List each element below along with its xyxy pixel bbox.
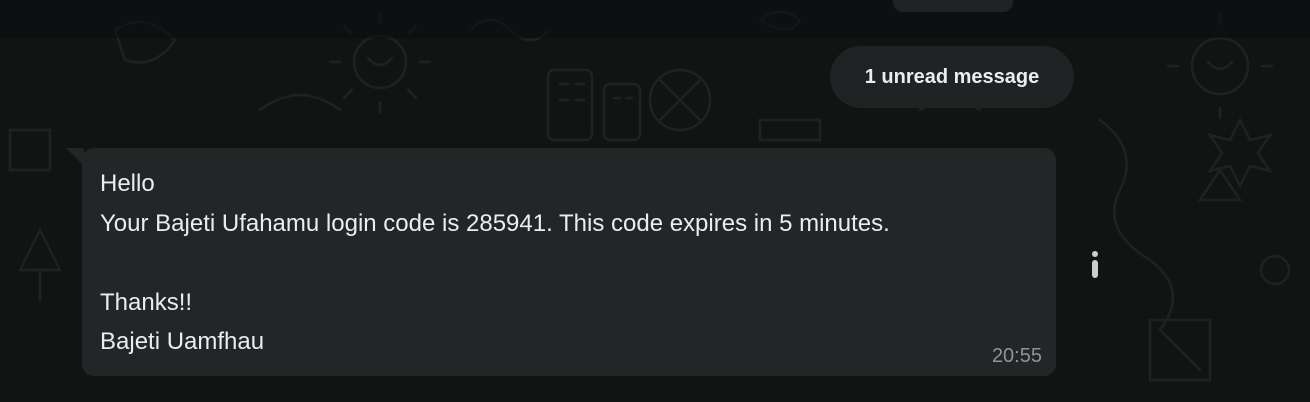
top-date-strip xyxy=(0,0,1310,38)
previous-system-chip xyxy=(893,0,1013,12)
vertical-ellipsis-icon[interactable] xyxy=(1084,244,1106,284)
message-line-thanks: Thanks!! xyxy=(100,288,193,316)
message-line-code: Your Bajeti Ufahamu login code is 285941… xyxy=(100,209,890,237)
unread-messages-indicator: 1 unread message xyxy=(830,46,1074,108)
unread-messages-label: 1 unread message xyxy=(864,65,1040,88)
message-line-signature: Bajeti Uamfhau xyxy=(100,328,265,355)
message-line-greeting: Hello xyxy=(100,170,155,197)
ellipsis-bar xyxy=(1092,259,1098,278)
ellipsis-dot xyxy=(1092,250,1098,257)
incoming-message-bubble[interactable]: Hello Your Bajeti Ufahamu login code is … xyxy=(82,148,1056,376)
message-line-blank xyxy=(100,243,1038,283)
message-timestamp: 20:55 xyxy=(991,345,1042,367)
